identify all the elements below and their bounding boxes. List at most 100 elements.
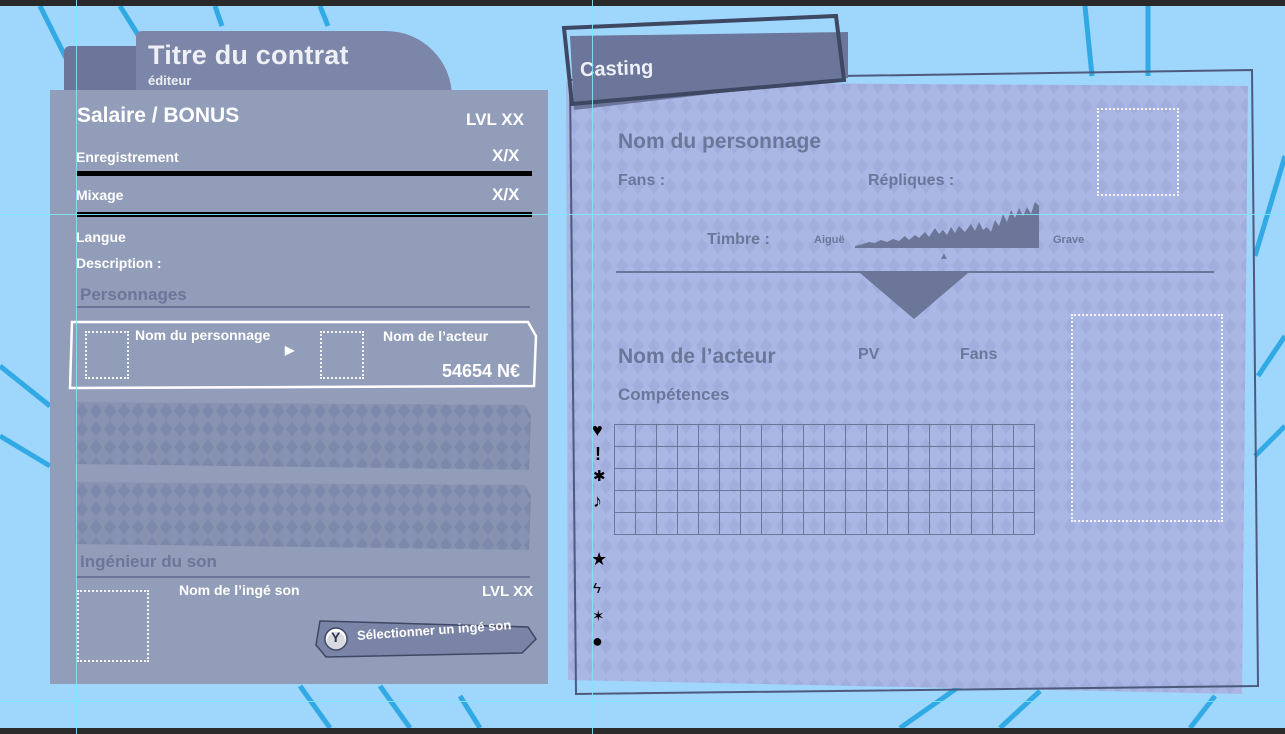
engineer-header: Ingénieur du son	[80, 552, 217, 571]
skill-cell	[782, 424, 804, 447]
skills-grid-row	[614, 446, 1035, 469]
skill-cell	[929, 512, 951, 535]
skill-cell	[887, 490, 909, 513]
skill-cell	[971, 512, 993, 535]
skill-cell	[677, 468, 699, 491]
skill-cell	[803, 512, 825, 535]
skill-cell	[803, 446, 825, 469]
actor-portrait-slot	[320, 331, 364, 379]
skill-cell	[887, 424, 909, 447]
lightning-icon: ϟ	[593, 580, 601, 597]
skill-cell	[740, 424, 762, 447]
contract-level: LVL XX	[466, 110, 524, 129]
skill-cell	[950, 424, 972, 447]
empty-character-slot[interactable]	[75, 482, 531, 550]
skill-cell	[908, 468, 930, 491]
skill-cell	[992, 446, 1014, 469]
skill-cell	[635, 490, 657, 513]
skill-cell	[614, 424, 636, 447]
skill-cell	[866, 424, 888, 447]
skill-cell	[635, 468, 657, 491]
skills-grid-row	[614, 490, 1035, 513]
timbre-waveform	[855, 202, 1039, 248]
description-label: Description :	[76, 255, 162, 271]
skill-cell	[866, 490, 888, 513]
skill-cell	[635, 446, 657, 469]
skill-cell	[698, 468, 720, 491]
skill-cell	[845, 446, 867, 469]
guide-line	[0, 701, 1285, 702]
engineer-level: LVL XX	[482, 583, 534, 600]
actor-fans-label: Fans	[960, 346, 998, 363]
skill-cell	[971, 490, 993, 513]
skill-cell	[992, 490, 1014, 513]
skill-cell	[971, 468, 993, 491]
arrow-right-icon: ▶	[285, 343, 295, 357]
skill-cell	[929, 424, 951, 447]
music-note-icon: ♪	[593, 491, 602, 511]
contract-publisher: éditeur	[148, 73, 192, 88]
skill-cell	[992, 468, 1014, 491]
skill-cell	[887, 468, 909, 491]
exclamation-icon: !	[595, 444, 601, 464]
characters-header: Personnages	[80, 285, 187, 304]
skills-label: Compétences	[618, 385, 730, 404]
skill-cell	[677, 424, 699, 447]
skill-cell	[740, 512, 762, 535]
heart-icon: ♥	[592, 420, 603, 440]
card-price: 54654 N€	[442, 361, 521, 381]
actor-pv-label: PV	[858, 346, 880, 363]
skill-cell	[803, 468, 825, 491]
skill-cell	[908, 512, 930, 535]
skill-cell	[845, 512, 867, 535]
skill-cell	[656, 424, 678, 447]
skill-cell	[719, 424, 741, 447]
contract-title: Titre du contrat	[148, 40, 349, 70]
timbre-label: Timbre :	[707, 231, 770, 248]
skill-cell	[866, 512, 888, 535]
casting-title: Casting	[579, 56, 654, 82]
recording-progress-bar	[77, 171, 532, 176]
skill-cell	[698, 490, 720, 513]
skill-cell	[950, 446, 972, 469]
language-label: Langue	[76, 229, 126, 245]
skills-grid-row	[614, 424, 1035, 447]
skill-cell	[908, 490, 930, 513]
skill-cell	[950, 490, 972, 513]
casting-character-name: Nom du personnage	[618, 130, 822, 153]
bug-icon: ✱	[593, 468, 606, 485]
skill-cell	[782, 468, 804, 491]
game-screen: Titre du contrat éditeur Salaire / BONUS…	[0, 6, 1285, 728]
casting-actor-name: Nom de l’acteur	[618, 345, 776, 368]
skill-cell	[824, 512, 846, 535]
burst-icon: ✶	[592, 608, 605, 625]
skill-cell	[1013, 446, 1035, 469]
timbre-high-label: Aiguë	[814, 234, 845, 246]
skill-cell	[929, 446, 951, 469]
card-character-name: Nom du personnage	[135, 327, 271, 343]
mixing-label: Mixage	[76, 187, 124, 203]
engineer-divider	[76, 576, 530, 578]
skill-cell	[992, 424, 1014, 447]
skill-cell	[929, 490, 951, 513]
guide-line	[592, 0, 593, 734]
skill-cell	[614, 468, 636, 491]
skill-cell	[719, 468, 741, 491]
empty-character-slot[interactable]	[75, 402, 531, 470]
guide-line	[76, 0, 77, 734]
skill-cell	[908, 424, 930, 447]
skill-cell	[845, 468, 867, 491]
skill-cell	[782, 512, 804, 535]
character-image-slot	[1097, 108, 1179, 196]
skill-cell	[929, 468, 951, 491]
skill-cell	[677, 446, 699, 469]
salary-label: Salaire / BONUS	[77, 104, 240, 127]
skill-cell	[1013, 490, 1035, 513]
star-icon: ★	[591, 549, 608, 569]
skill-cell	[803, 424, 825, 447]
skill-cell	[971, 424, 993, 447]
skill-cell	[719, 512, 741, 535]
skill-cell	[887, 446, 909, 469]
skill-cell	[656, 446, 678, 469]
characters-divider	[76, 306, 530, 308]
